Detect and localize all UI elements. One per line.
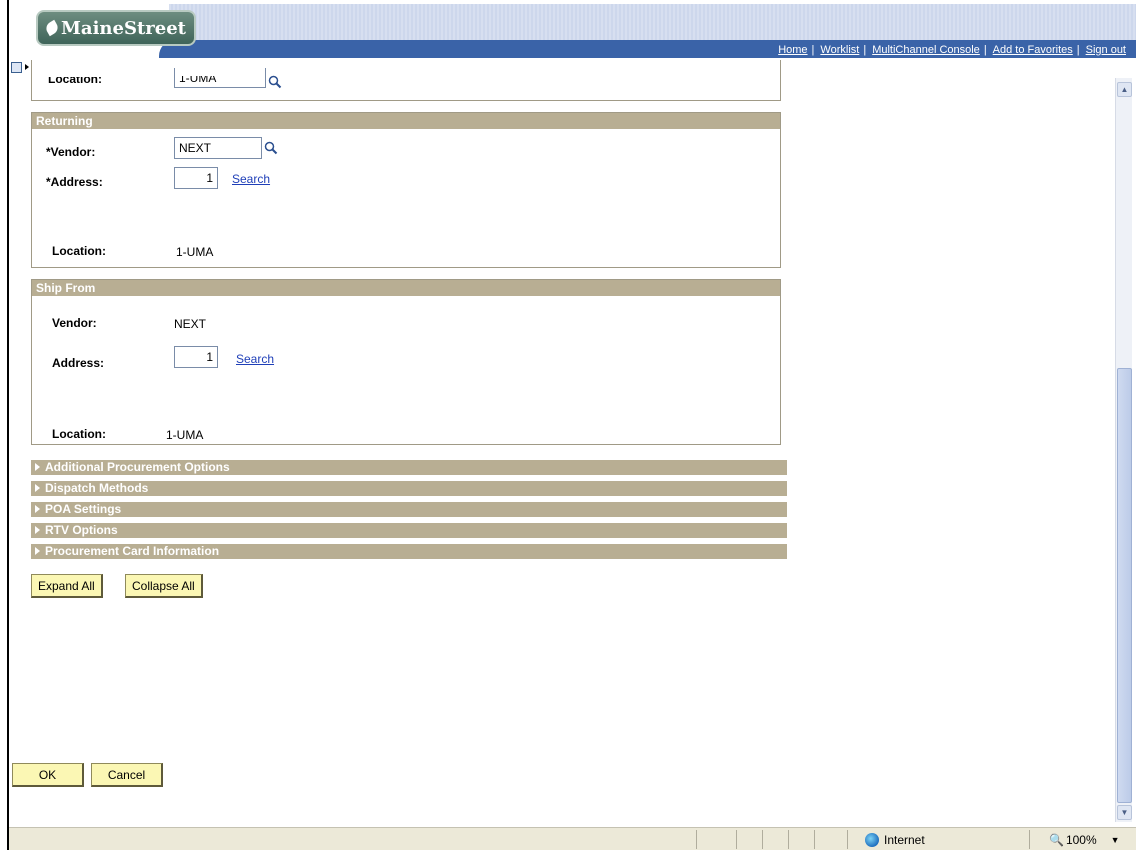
vertical-scrollbar[interactable]: ▲ ▼ <box>1115 78 1132 822</box>
section-label: Additional Procurement Options <box>45 460 230 474</box>
vendor-label: Vendor: <box>52 316 97 330</box>
expand-all-button[interactable]: Expand All <box>31 574 103 598</box>
vendor-label: *Vendor: <box>46 145 96 159</box>
nav-link-multichannel-console[interactable]: MultiChannel Console <box>866 44 984 56</box>
zoom-control[interactable]: 🔍 100% ▼ <box>1049 833 1120 847</box>
header: MaineStreet Home | Worklist | MultiChann… <box>9 4 1136 60</box>
header-band <box>169 4 1136 42</box>
nav-link-sign-out[interactable]: Sign out <box>1080 44 1130 56</box>
chevron-up-icon: ▲ <box>1120 85 1129 94</box>
expand-triangle-icon <box>35 462 40 471</box>
nav-link-add-to-favorites[interactable]: Add to Favorites <box>987 44 1077 56</box>
section-label: RTV Options <box>45 523 118 537</box>
status-cell <box>696 830 697 849</box>
location-group-partial: Location: 1-UMA <box>31 60 781 101</box>
chevron-right-icon <box>25 64 29 70</box>
chevron-down-icon: ▼ <box>1120 808 1129 817</box>
scrollbar-thumb[interactable] <box>1117 368 1132 803</box>
leaf-icon <box>43 19 61 37</box>
location-field[interactable]: 1-UMA <box>174 68 266 88</box>
status-cell <box>788 830 789 849</box>
vendor-input[interactable] <box>174 137 262 159</box>
internet-zone-icon <box>865 833 879 847</box>
logo-text: MaineStreet <box>61 17 186 39</box>
chevron-down-icon[interactable]: ▼ <box>1111 835 1120 845</box>
collapse-all-button[interactable]: Collapse All <box>125 574 203 598</box>
nav-link-worklist[interactable]: Worklist <box>814 44 863 56</box>
nav-link-home[interactable]: Home <box>772 44 811 56</box>
ok-button[interactable]: OK <box>12 763 84 787</box>
returning-header: Returning <box>32 113 780 129</box>
zoom-level: 100% <box>1065 833 1097 847</box>
ship-from-group: Ship From Vendor: NEXT Address: Search L… <box>31 279 781 445</box>
status-cell <box>736 830 737 849</box>
address-input[interactable] <box>174 346 218 368</box>
section-procurement-card-information[interactable]: Procurement Card Information <box>31 544 787 559</box>
nav-links: Home | Worklist | MultiChannel Console |… <box>772 42 1130 58</box>
section-additional-procurement-options[interactable]: Additional Procurement Options <box>31 460 787 475</box>
status-cell <box>762 830 763 849</box>
status-bar: Internet 🔍 100% ▼ <box>9 827 1136 850</box>
expand-triangle-icon <box>35 504 40 513</box>
status-cell <box>1029 830 1030 849</box>
section-label: Procurement Card Information <box>45 544 220 558</box>
zoom-magnifier-icon: 🔍 <box>1049 833 1064 847</box>
address-search-link[interactable]: Search <box>236 352 274 366</box>
vendor-value: NEXT <box>174 317 207 331</box>
address-label: *Address: <box>46 175 103 189</box>
location-value: 1-UMA <box>176 245 214 259</box>
search-lookup-icon[interactable] <box>264 141 278 155</box>
status-cell <box>814 830 815 849</box>
section-rtv-options[interactable]: RTV Options <box>31 523 787 538</box>
mainestreet-logo: MaineStreet <box>36 10 196 46</box>
section-label: Dispatch Methods <box>45 481 149 495</box>
security-zone-text: Internet <box>884 833 925 847</box>
scroll-down-button[interactable]: ▼ <box>1117 805 1132 820</box>
status-cell <box>847 830 848 849</box>
location-label: Location: <box>52 427 106 441</box>
window-frame-left <box>0 0 9 850</box>
location-value: 1-UMA <box>166 428 204 442</box>
location-label: Location: <box>48 72 102 86</box>
ship-from-header: Ship From <box>32 280 780 296</box>
address-input[interactable] <box>174 167 218 189</box>
expand-triangle-icon <box>35 483 40 492</box>
returning-group: Returning *Vendor: *Address: Search Loca… <box>31 112 781 268</box>
section-dispatch-methods[interactable]: Dispatch Methods <box>31 481 787 496</box>
scroll-up-button[interactable]: ▲ <box>1117 82 1132 97</box>
section-label: POA Settings <box>45 502 122 516</box>
location-label: Location: <box>52 244 106 258</box>
address-label: Address: <box>52 356 105 370</box>
expand-triangle-icon <box>35 525 40 534</box>
search-lookup-icon[interactable] <box>268 75 282 89</box>
section-poa-settings[interactable]: POA Settings <box>31 502 787 517</box>
menu-box-icon <box>11 62 22 73</box>
expand-triangle-icon <box>35 546 40 555</box>
cancel-button[interactable]: Cancel <box>91 763 163 787</box>
address-search-link[interactable]: Search <box>232 172 270 186</box>
